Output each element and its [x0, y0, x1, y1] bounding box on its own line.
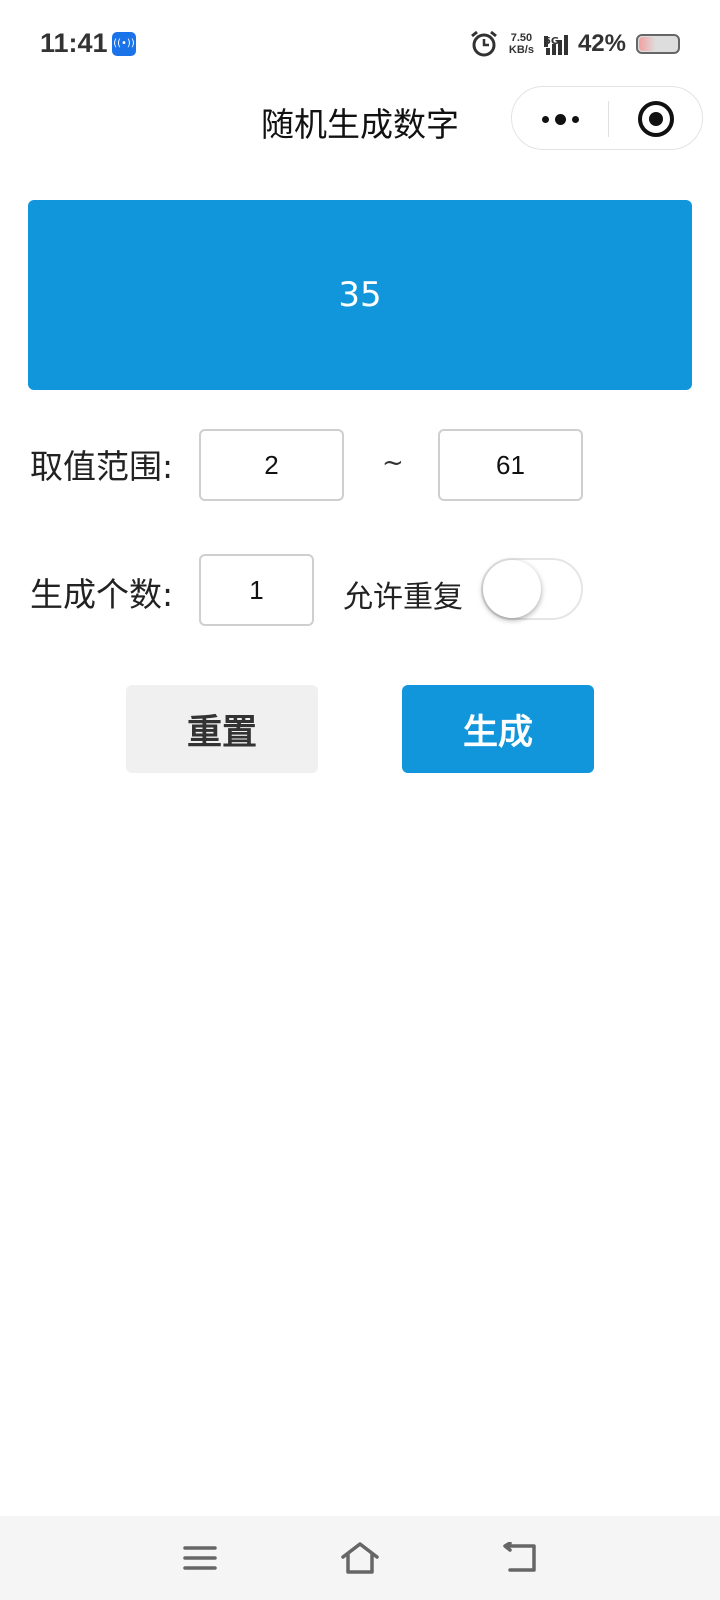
reset-button[interactable]: 重置 — [126, 685, 318, 773]
switch-knob — [483, 560, 541, 618]
generate-button[interactable]: 生成 — [402, 685, 594, 773]
battery-icon — [636, 34, 680, 54]
count-label: 生成个数: — [30, 575, 174, 614]
target-icon — [638, 101, 674, 137]
count-input[interactable] — [199, 554, 314, 626]
result-value: 35 — [338, 275, 382, 315]
more-button[interactable] — [512, 87, 608, 151]
system-nav-bar — [0, 1516, 720, 1600]
range-separator: ~ — [382, 448, 404, 478]
net-speed-unit: KB/s — [508, 44, 534, 56]
home-icon — [341, 1542, 379, 1574]
status-indicators: 7.50 KB/s 5G 42% — [469, 26, 680, 62]
signal-icon: 5G — [543, 33, 568, 55]
more-dots-icon — [541, 115, 549, 123]
allow-repeat-label: 允许重复 — [343, 580, 463, 615]
home-button[interactable] — [334, 1532, 386, 1584]
allow-repeat-switch[interactable] — [481, 558, 583, 620]
range-min-input[interactable] — [199, 429, 344, 501]
status-time: 11:41 — [40, 28, 108, 58]
net-speed-value: 7.50 — [510, 32, 533, 44]
mini-program-capsule — [511, 86, 703, 150]
more-dots-icon — [554, 113, 566, 125]
battery-percent: 42% — [577, 30, 626, 57]
alarm-icon — [470, 30, 497, 57]
range-max-input[interactable] — [438, 429, 583, 501]
network-type: 5G — [543, 36, 560, 47]
net-speed: 7.50 KB/s — [509, 32, 534, 56]
menu-button[interactable] — [174, 1532, 226, 1584]
back-icon — [503, 1542, 536, 1572]
menu-icon — [183, 1546, 217, 1570]
battery-fill — [639, 37, 656, 51]
result-display: 35 — [28, 200, 692, 390]
back-button[interactable] — [494, 1532, 546, 1584]
more-dots-icon — [571, 115, 579, 123]
range-label: 取值范围: — [30, 447, 174, 486]
hotspot-icon: ((•)) — [112, 32, 136, 56]
close-button[interactable] — [608, 87, 704, 151]
status-bar: 11:41 ((•)) 7.50 KB/s 5G 42% — [0, 0, 720, 88]
